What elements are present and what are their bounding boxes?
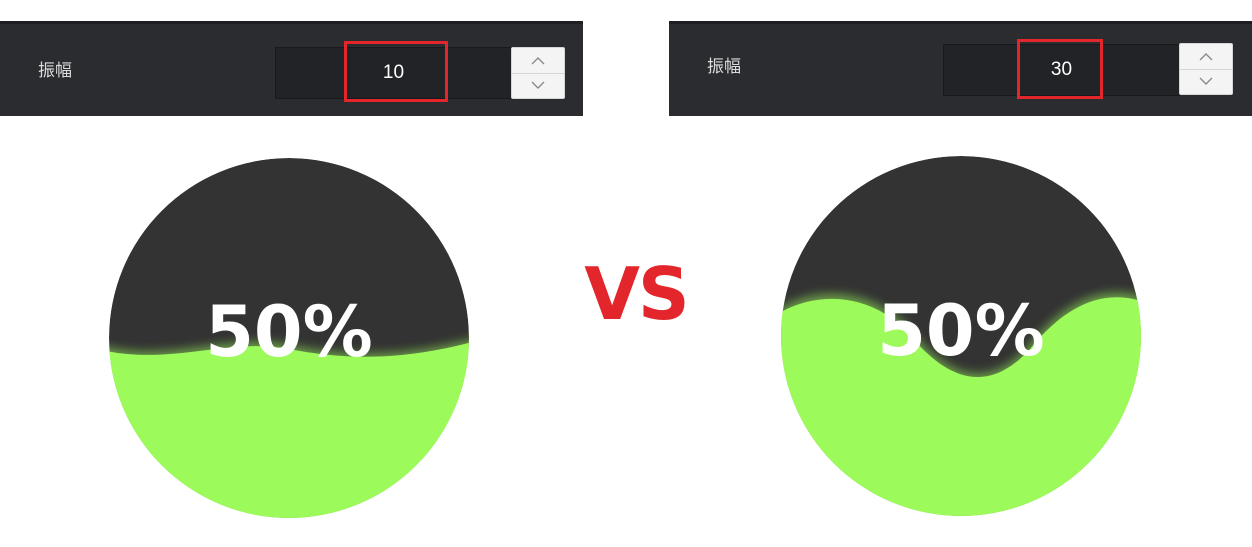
chevron-up-icon (1199, 52, 1213, 61)
highlight-box (1017, 39, 1103, 99)
highlight-box (344, 41, 448, 102)
chevron-down-icon (531, 81, 545, 90)
chevron-down-icon (1199, 77, 1213, 86)
gauge-percent-label: 50% (205, 291, 373, 373)
liquid-fill-gauge-right: 50% (780, 155, 1142, 517)
amplitude-stepper[interactable] (1179, 43, 1233, 95)
chevron-up-icon (531, 56, 545, 65)
amplitude-stepper[interactable] (511, 47, 565, 99)
increment-button[interactable] (512, 48, 564, 73)
vs-label: VS (584, 252, 690, 336)
amplitude-setting-panel-left: 振幅 10 (0, 21, 583, 116)
liquid-fill-gauge-left: 50% (108, 157, 470, 519)
amplitude-label: 振幅 (707, 57, 741, 77)
decrement-button[interactable] (512, 72, 564, 99)
gauge-percent-label: 50% (877, 290, 1045, 372)
amplitude-label: 振幅 (38, 61, 72, 81)
increment-button[interactable] (1180, 44, 1232, 69)
decrement-button[interactable] (1180, 68, 1232, 95)
amplitude-setting-panel-right: 振幅 30 (669, 21, 1252, 116)
